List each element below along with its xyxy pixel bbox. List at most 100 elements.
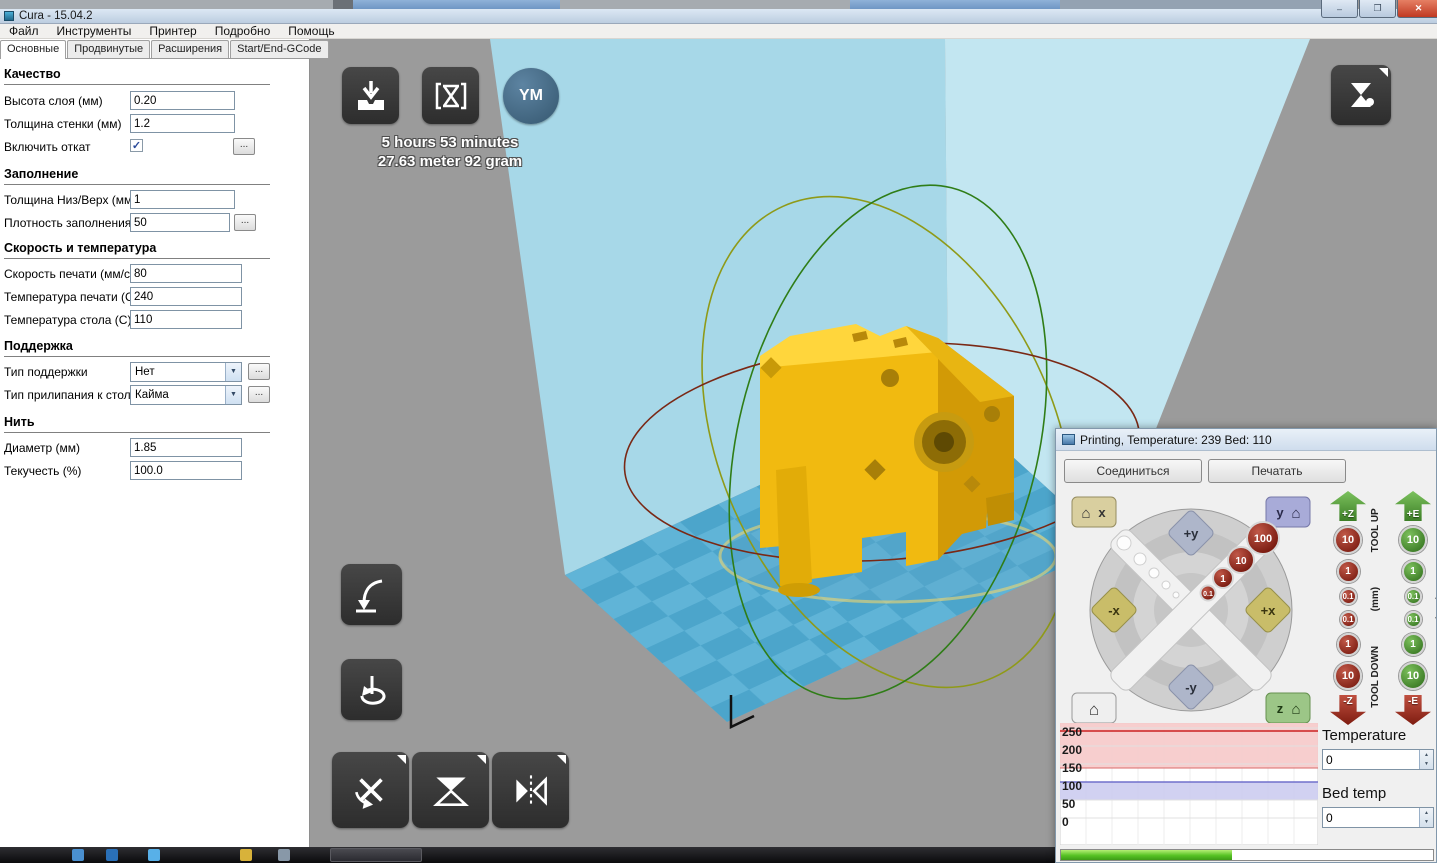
lay-flat-button[interactable] [341,564,402,625]
menu-file[interactable]: Файл [0,24,48,39]
menu-expert[interactable]: Подробно [206,24,280,39]
retraction-more-button[interactable]: ... [233,138,255,155]
share-youmagine-button[interactable]: YM [503,68,559,124]
rotate-button[interactable] [332,752,409,828]
taskbar-icon[interactable] [72,849,84,861]
mirror-button[interactable] [492,752,569,828]
scale-icon [432,777,469,806]
setting-label: Диаметр (мм) [4,441,81,455]
menu-printer[interactable]: Принтер [140,24,205,39]
scale-button[interactable] [412,752,489,828]
restore-button[interactable]: ❐ [1359,0,1396,18]
temperature-spinner[interactable]: ▲ ▼ [1419,750,1433,769]
tab-basic[interactable]: Основные [0,40,67,59]
svg-text:-y: -y [1185,680,1197,695]
z-down-button[interactable]: -Z [1330,694,1366,725]
home-y-button[interactable]: y ⌂ [1265,496,1311,528]
z-up-10-button[interactable]: 10 [1334,526,1362,555]
e-down-10-button[interactable]: 10 [1399,661,1427,690]
svg-text:1: 1 [1220,574,1226,585]
e-up-01-button[interactable]: 0.1 [1404,588,1422,606]
e-down-1-button[interactable]: 1 [1401,633,1425,657]
title-bar[interactable]: Cura - 15.04.2 [0,9,1437,24]
z-down-1-button[interactable]: 1 [1336,633,1360,657]
home-icon: ⌂ [1291,701,1300,718]
settings-tabs: Основные Продвинутые Расширения Start/En… [0,40,329,59]
save-toolpath-button[interactable] [422,67,479,124]
z-down-10-button[interactable]: 10 [1334,661,1362,690]
spinner-up-icon: ▲ [1424,809,1429,816]
background-window-fragment[interactable] [1060,0,1321,9]
e-down-01-button[interactable]: 0.1 [1404,610,1422,628]
print-temperature-input[interactable] [130,287,242,306]
extrude-button[interactable]: +E [1395,491,1431,521]
jog-step-10-button[interactable]: 10 [1227,546,1255,574]
platform-adhesion-more-button[interactable]: ... [248,386,270,403]
home-z-button[interactable]: z ⌂ [1265,692,1311,724]
setting-label: Температура стола (C) [4,313,132,327]
window-caption-buttons: – ❐ ✕ [1321,0,1437,18]
home-x-button[interactable]: ⌂ x [1071,496,1117,528]
print-button[interactable]: Печатать [1208,459,1346,483]
z-up-1-button[interactable]: 1 [1336,559,1360,583]
background-window-fragment[interactable] [333,0,353,9]
setting-row: Скорость печати (мм/с) [0,264,310,286]
load-model-button[interactable] [342,67,399,124]
bottom-top-thickness-input[interactable] [130,190,235,209]
jog-step-100-button[interactable]: 100 [1246,521,1280,555]
taskbar-icon[interactable] [106,849,118,861]
reset-rotation-button[interactable] [341,659,402,720]
minimize-button[interactable]: – [1321,0,1358,18]
filament-flow-input[interactable] [130,461,242,480]
taskbar-icon[interactable] [278,849,290,861]
tab-advanced[interactable]: Продвинутые [67,40,151,58]
jog-step-1-button[interactable]: 1 [1212,567,1234,589]
e-up-1-button[interactable]: 1 [1401,559,1425,583]
print-window-title-bar[interactable]: Printing, Temperature: 239 Bed: 110 [1056,429,1436,451]
z-up-button[interactable]: +Z [1330,491,1366,521]
wall-thickness-input[interactable] [130,114,235,133]
taskbar-icon[interactable] [148,849,160,861]
support-type-more-button[interactable]: ... [248,363,270,380]
home-all-button[interactable]: ⌂ [1071,692,1117,724]
background-window-fragment[interactable] [850,0,1060,9]
layer-height-input[interactable] [130,91,235,110]
platform-adhesion-dropdown[interactable]: Кайма ▼ [130,385,242,405]
material-estimate: 27.63 meter 92 gram [377,153,523,170]
bed-temp-spinner[interactable]: ▲ ▼ [1419,808,1433,827]
retract-button[interactable]: -E [1395,694,1431,725]
background-window-fragment[interactable] [0,0,333,9]
connect-button[interactable]: Соединиться [1064,459,1202,483]
e-up-10-button[interactable]: 10 [1399,526,1427,555]
taskbar-window-button[interactable] [330,848,422,862]
menu-help[interactable]: Помощь [279,24,343,39]
bed-temperature-input[interactable] [130,310,242,329]
close-button[interactable]: ✕ [1397,0,1437,18]
retraction-checkbox[interactable]: ✓ [130,139,143,152]
tab-start-end-gcode[interactable]: Start/End-GCode [230,40,329,58]
jog-step-01-button[interactable]: 0.1 [1199,584,1217,602]
filament-diameter-input[interactable] [130,438,242,457]
fill-density-more-button[interactable]: ... [234,214,256,231]
z-up-01-button[interactable]: 0.1 [1339,588,1357,606]
support-type-dropdown[interactable]: Нет ▼ [130,362,242,382]
print-window-title: Printing, Temperature: 239 Bed: 110 [1080,432,1272,447]
setting-label: Тип поддержки [4,365,88,379]
temperature-input[interactable] [1323,750,1419,769]
background-window-fragment[interactable] [560,0,850,9]
view-mode-button[interactable] [1331,65,1391,125]
menu-tools[interactable]: Инструменты [48,24,141,39]
svg-text:10: 10 [1235,556,1247,567]
setting-label: Плотность заполнения [4,216,132,230]
bed-temp-input[interactable] [1323,808,1419,827]
taskbar-icon[interactable] [240,849,252,861]
print-progress-fill [1061,850,1233,860]
bed-temp-label: Bed temp [1322,785,1387,802]
tab-plugins[interactable]: Расширения [151,40,230,58]
print-speed-input[interactable] [130,264,242,283]
z-down-01-button[interactable]: 0.1 [1339,610,1357,628]
fill-density-input[interactable] [130,213,230,232]
dropdown-value: Нет [135,366,155,378]
print-progress-bar [1060,849,1434,861]
background-window-fragment[interactable] [353,0,560,9]
